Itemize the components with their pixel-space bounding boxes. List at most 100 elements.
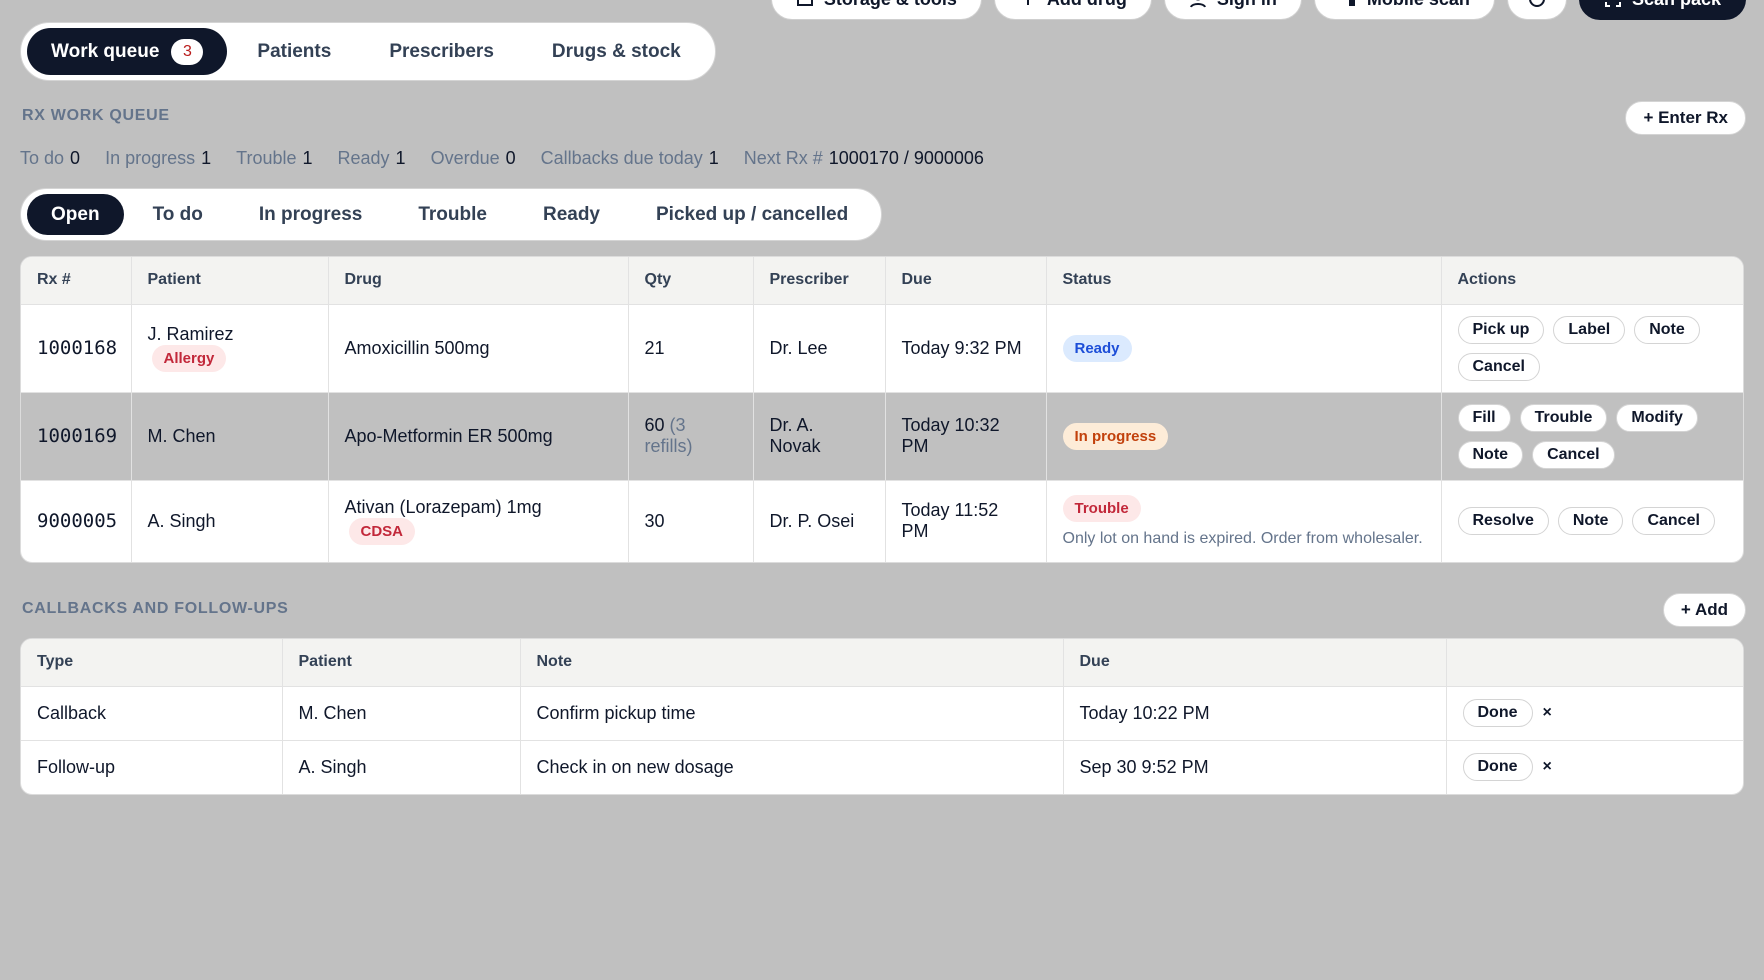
patient-name: A. Singh — [131, 480, 329, 562]
done-button[interactable]: Done — [1462, 753, 1533, 782]
table-row-selected[interactable]: 1000169 M. Chen Apo-Metformin ER 500mg 6… — [21, 392, 1743, 481]
dismiss-icon[interactable]: × — [1543, 704, 1552, 721]
cdsa-tag: CDSA — [348, 518, 416, 546]
filter-open[interactable]: Open — [27, 194, 124, 235]
queue-stats: To do 0 In progress 1 Trouble 1 Ready 1 Over… — [20, 148, 984, 169]
mobile-scan-button[interactable]: Mobile scan — [1313, 0, 1495, 20]
queue-filter-tabs: Open To do In progress Trouble Ready Pic… — [20, 188, 883, 241]
resolve-button[interactable]: Resolve — [1457, 507, 1549, 536]
cancel-button[interactable]: Cancel — [1457, 352, 1540, 381]
actions-cell: Done × — [1446, 686, 1743, 741]
col-due: Due — [1063, 639, 1447, 687]
col-rx: Rx # — [21, 257, 132, 305]
filter-todo[interactable]: To do — [126, 194, 230, 235]
note-button[interactable]: Note — [1634, 315, 1700, 344]
add-drug-label: Add drug — [1047, 0, 1127, 10]
col-actions: Actions — [1441, 257, 1743, 305]
stat-in-progress: In progress 1 — [105, 148, 212, 168]
due-time: Sep 30 9:52 PM — [1063, 740, 1447, 794]
label-button[interactable]: Label — [1553, 315, 1626, 344]
sign-in-button[interactable]: Sign in — [1163, 0, 1302, 20]
trouble-button[interactable]: Trouble — [1519, 403, 1608, 432]
patient-name: J. Ramirez — [147, 324, 234, 344]
stat-todo: To do 0 — [20, 148, 81, 168]
callback-type: Follow-up — [21, 740, 283, 794]
status-badge: Ready — [1062, 334, 1132, 362]
col-actions — [1446, 639, 1743, 687]
qty: 30 — [628, 480, 754, 562]
note-button[interactable]: Note — [1557, 507, 1624, 536]
nav-work-queue[interactable]: Work queue 3 — [27, 28, 228, 75]
drug-name: Apo-Metformin ER 500mg — [328, 392, 629, 481]
table-header-row: Type Patient Note Due — [21, 639, 1743, 687]
callbacks-title: CALLBACKS AND FOLLOW-UPS — [22, 600, 289, 617]
filter-ready[interactable]: Ready — [516, 194, 627, 235]
callback-type: Callback — [21, 686, 283, 741]
col-prescriber: Prescriber — [753, 257, 886, 305]
fill-button[interactable]: Fill — [1457, 403, 1511, 432]
status-cell: Ready — [1046, 304, 1442, 393]
due-time: Today 10:32 PM — [885, 392, 1047, 481]
callback-note: Confirm pickup time — [520, 686, 1064, 741]
work-queue-count-badge: 3 — [171, 38, 204, 65]
table-row[interactable]: Follow-up A. Singh Check in on new dosag… — [21, 740, 1743, 794]
enter-rx-button[interactable]: + Enter Rx — [1625, 101, 1746, 135]
drug-cell: Ativan (Lorazepam) 1mg CDSA — [328, 480, 629, 562]
cancel-button[interactable]: Cancel — [1632, 507, 1715, 536]
note-button[interactable]: Note — [1457, 440, 1524, 469]
prescriber: Dr. A. Novak — [753, 392, 886, 481]
scan-icon — [1604, 2, 1621, 7]
modify-button[interactable]: Modify — [1616, 403, 1698, 432]
status-cell: In progress — [1046, 392, 1442, 481]
actions-cell: Fill Trouble Modify Note Cancel — [1441, 392, 1743, 481]
col-due: Due — [885, 257, 1047, 305]
mobile-scan-label: Mobile scan — [1367, 0, 1470, 10]
patient-name: A. Singh — [282, 740, 521, 794]
stat-trouble: Trouble 1 — [236, 148, 313, 168]
col-drug: Drug — [328, 257, 629, 305]
help-button[interactable] — [1506, 0, 1567, 20]
drug-name: Ativan (Lorazepam) 1mg — [344, 497, 542, 518]
actions-cell: Done × — [1446, 740, 1743, 794]
filter-picked-up[interactable]: Picked up / cancelled — [629, 194, 875, 235]
drug-name: Amoxicillin 500mg — [328, 304, 629, 393]
stat-ready: Ready 1 — [337, 148, 406, 168]
stat-overdue: Overdue 0 — [430, 148, 516, 168]
table-row[interactable]: Callback M. Chen Confirm pickup time Tod… — [21, 686, 1743, 741]
add-callback-button[interactable]: + Add — [1662, 593, 1746, 627]
stat-callbacks: Callbacks due today 1 — [540, 148, 719, 168]
col-patient: Patient — [282, 639, 521, 687]
cancel-button[interactable]: Cancel — [1532, 440, 1615, 469]
storage-tools-button[interactable]: Storage & tools — [770, 0, 982, 20]
qr-icon — [1348, 0, 1355, 6]
sign-in-label: Sign in — [1217, 0, 1277, 10]
rx-number: 9000005 — [21, 480, 132, 562]
pick-up-button[interactable]: Pick up — [1457, 315, 1545, 344]
nav-prescribers[interactable]: Prescribers — [361, 28, 522, 75]
scan-pack-label: Scan pack — [1632, 0, 1721, 10]
dismiss-icon[interactable]: × — [1543, 758, 1552, 775]
callback-note: Check in on new dosage — [520, 740, 1064, 794]
table-row[interactable]: 9000005 A. Singh Ativan (Lorazepam) 1mg … — [21, 480, 1743, 562]
qty: 60 — [644, 415, 665, 435]
col-status: Status — [1046, 257, 1442, 305]
rx-number: 1000169 — [21, 392, 132, 481]
nav-drugs-stock[interactable]: Drugs & stock — [524, 28, 709, 75]
status-cell: Trouble Only lot on hand is expired. Ord… — [1046, 480, 1442, 562]
allergy-tag: Allergy — [151, 345, 227, 372]
actions-cell: Pick up Label Note Cancel — [1441, 304, 1743, 393]
done-button[interactable]: Done — [1462, 699, 1533, 727]
rx-queue-table: Rx # Patient Drug Qty Prescriber Due Sta… — [20, 256, 1744, 563]
due-time: Today 9:32 PM — [885, 304, 1047, 393]
scan-pack-button[interactable]: Scan pack — [1578, 0, 1746, 20]
filter-trouble[interactable]: Trouble — [391, 194, 514, 235]
patient-name: M. Chen — [282, 686, 521, 741]
help-icon — [1529, 0, 1545, 7]
add-drug-button[interactable]: Add drug — [993, 0, 1152, 20]
filter-in-progress[interactable]: In progress — [232, 194, 389, 235]
patient-cell: J. Ramirez Allergy — [131, 304, 329, 393]
nav-patients[interactable]: Patients — [229, 28, 359, 75]
table-row[interactable]: 1000168 J. Ramirez Allergy Amoxicillin 5… — [21, 304, 1743, 393]
storage-icon — [796, 0, 813, 6]
trouble-note: Only lot on hand is expired. Order from … — [1062, 529, 1423, 547]
